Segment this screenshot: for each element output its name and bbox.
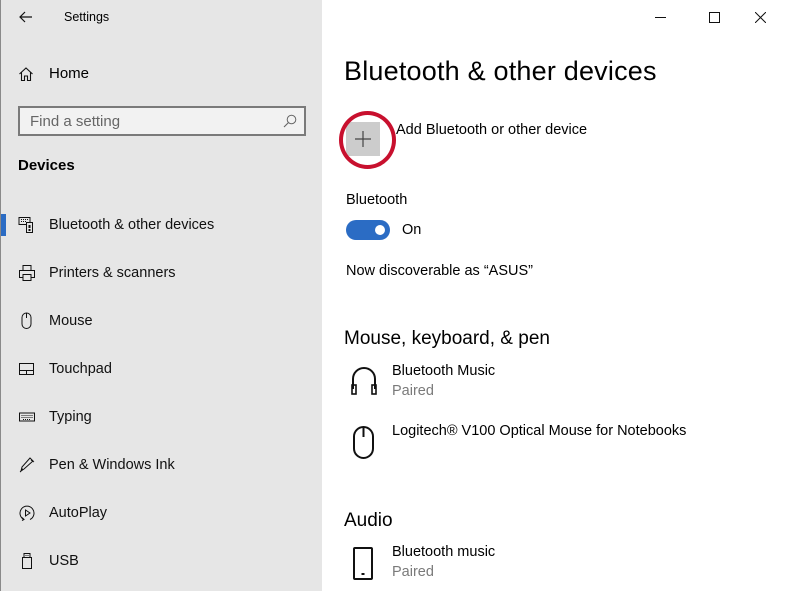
device-name: Bluetooth music xyxy=(392,544,496,560)
bluetooth-toggle[interactable] xyxy=(346,220,390,240)
sidebar-item-label: Pen & Windows Ink xyxy=(49,457,175,473)
device-name: Bluetooth Music xyxy=(392,363,496,379)
toggle-knob xyxy=(375,225,385,235)
bluetooth-devices-icon xyxy=(18,216,36,234)
back-arrow-icon xyxy=(19,11,33,23)
device-item[interactable]: Bluetooth music Paired xyxy=(346,544,766,588)
device-status: Paired xyxy=(392,564,434,580)
headphones-icon xyxy=(350,365,378,399)
sidebar-item-usb[interactable]: USB xyxy=(1,544,322,591)
settings-window: Settings Home Devices Bluetooth & other … xyxy=(0,0,784,591)
usb-icon xyxy=(18,552,36,570)
bluetooth-toggle-state: On xyxy=(402,222,422,238)
device-item[interactable]: Logitech® V100 Optical Mouse for Noteboo… xyxy=(346,423,766,467)
add-device-label[interactable]: Add Bluetooth or other device xyxy=(396,122,587,138)
touchpad-icon xyxy=(18,360,36,378)
mouse-icon xyxy=(350,425,378,459)
device-item[interactable]: Bluetooth Music Paired xyxy=(346,363,766,407)
sidebar: Settings Home Devices Bluetooth & other … xyxy=(1,0,322,591)
sidebar-item-typing[interactable]: Typing xyxy=(1,400,322,448)
sidebar-item-printers[interactable]: Printers & scanners xyxy=(1,256,322,304)
sidebar-item-label: Bluetooth & other devices xyxy=(49,217,215,233)
sidebar-item-label: USB xyxy=(49,553,79,569)
device-name: Logitech® V100 Optical Mouse for Noteboo… xyxy=(392,423,687,439)
maximize-button[interactable] xyxy=(691,0,737,34)
discoverable-status: Now discoverable as “ASUS” xyxy=(346,263,533,279)
sidebar-item-label: Typing xyxy=(49,409,92,425)
sidebar-item-pen[interactable]: Pen & Windows Ink xyxy=(1,448,322,496)
selection-indicator xyxy=(1,214,6,236)
home-icon xyxy=(18,66,34,82)
page-title: Bluetooth & other devices xyxy=(344,56,657,86)
search-box[interactable] xyxy=(18,106,306,136)
back-button[interactable] xyxy=(13,4,39,30)
sidebar-item-autoplay[interactable]: AutoPlay xyxy=(1,496,322,544)
sidebar-section-title: Devices xyxy=(18,157,75,174)
keyboard-icon xyxy=(18,408,36,426)
sidebar-item-label: Touchpad xyxy=(49,361,112,377)
search-input[interactable] xyxy=(20,108,280,134)
add-device-button[interactable] xyxy=(346,122,380,156)
close-icon xyxy=(754,11,766,23)
sidebar-item-mouse[interactable]: Mouse xyxy=(1,304,322,352)
autoplay-icon xyxy=(18,504,36,522)
device-status: Paired xyxy=(392,383,434,399)
minimize-icon xyxy=(654,12,666,23)
sidebar-item-home[interactable]: Home xyxy=(1,58,322,90)
group-title-audio: Audio xyxy=(344,510,393,531)
mouse-icon xyxy=(18,312,36,330)
group-title-input-devices: Mouse, keyboard, & pen xyxy=(344,328,550,349)
printer-icon xyxy=(18,264,36,282)
sidebar-item-label: Home xyxy=(49,65,90,82)
sidebar-item-bluetooth[interactable]: Bluetooth & other devices xyxy=(1,208,322,256)
sidebar-item-label: Printers & scanners xyxy=(49,265,176,281)
sidebar-nav: Bluetooth & other devices Printers & sca… xyxy=(1,208,322,591)
sidebar-item-label: Mouse xyxy=(49,313,93,329)
phone-icon xyxy=(350,546,378,580)
close-button[interactable] xyxy=(737,0,783,34)
plus-icon xyxy=(355,131,371,147)
minimize-button[interactable] xyxy=(637,0,683,34)
app-title: Settings xyxy=(64,10,110,24)
bluetooth-label: Bluetooth xyxy=(346,192,408,208)
maximize-icon xyxy=(708,11,720,23)
sidebar-item-label: AutoPlay xyxy=(49,505,108,521)
pen-icon xyxy=(18,456,36,474)
search-icon[interactable] xyxy=(282,113,298,129)
sidebar-item-touchpad[interactable]: Touchpad xyxy=(1,352,322,400)
main-content: Bluetooth & other devices Add Bluetooth … xyxy=(322,0,784,591)
